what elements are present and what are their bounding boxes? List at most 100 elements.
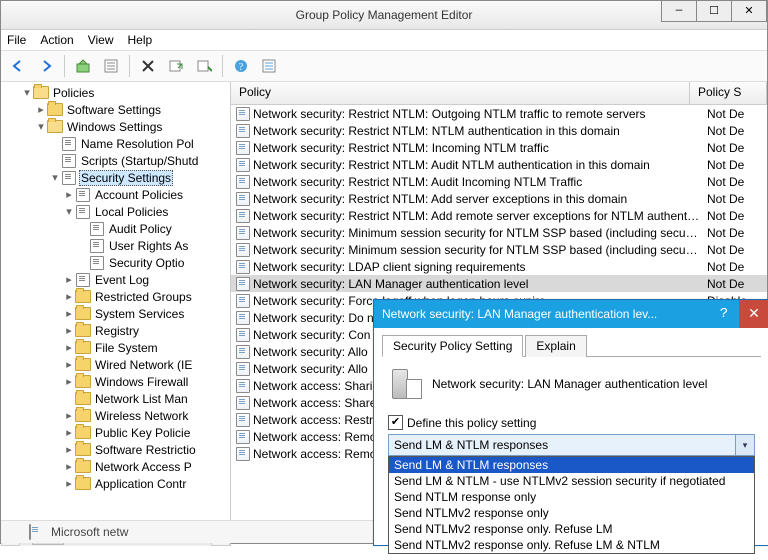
policy-item-icon: [235, 175, 251, 189]
menu-view[interactable]: View: [88, 33, 114, 47]
tree-item[interactable]: ▸Restricted Groups: [1, 288, 230, 305]
tree-item[interactable]: Name Resolution Pol: [1, 135, 230, 152]
policy-row[interactable]: Network security: Restrict NTLM: Audit N…: [231, 156, 767, 173]
tree-item[interactable]: ▸Application Contr: [1, 475, 230, 492]
expand-icon[interactable]: ▸: [63, 409, 75, 422]
tree-item[interactable]: ▸Wired Network (IE: [1, 356, 230, 373]
expand-icon[interactable]: ▾: [49, 171, 61, 184]
help-button[interactable]: ?: [228, 53, 254, 79]
dropdown-option[interactable]: Send NTLMv2 response only. Refuse LM & N…: [389, 537, 754, 553]
refresh-button[interactable]: [256, 53, 282, 79]
forward-button[interactable]: [33, 53, 59, 79]
close-button[interactable]: ✕: [731, 1, 767, 22]
dropdown-option[interactable]: Send NTLM response only: [389, 489, 754, 505]
define-policy-checkbox[interactable]: ✔: [388, 415, 403, 430]
tab-security-policy-setting[interactable]: Security Policy Setting: [382, 335, 523, 357]
auth-level-dropdown[interactable]: Send LM & NTLM responsesSend LM & NTLM -…: [388, 456, 755, 554]
folder-icon: [75, 375, 91, 389]
tree-item[interactable]: ▸Registry: [1, 322, 230, 339]
dropdown-option[interactable]: Send LM & NTLM responses: [389, 457, 754, 473]
policy-value: Not De: [701, 107, 767, 121]
expand-icon[interactable]: ▸: [63, 358, 75, 371]
dropdown-option[interactable]: Send LM & NTLM - use NTLMv2 session secu…: [389, 473, 754, 489]
dialog-help-button[interactable]: ?: [709, 300, 739, 328]
policy-row[interactable]: Network security: Restrict NTLM: Outgoin…: [231, 105, 767, 122]
expand-icon[interactable]: ▸: [63, 477, 75, 490]
expand-icon[interactable]: ▸: [63, 443, 75, 456]
policy-row[interactable]: Network security: LDAP client signing re…: [231, 258, 767, 275]
policy-value: Not De: [701, 192, 767, 206]
minimize-button[interactable]: —: [661, 1, 697, 22]
tree-item[interactable]: Audit Policy: [1, 220, 230, 237]
expand-icon[interactable]: ▸: [63, 324, 75, 337]
policy-item-icon: [235, 294, 251, 308]
policy-row[interactable]: Network security: Restrict NTLM: Add ser…: [231, 190, 767, 207]
menu-file[interactable]: File: [7, 33, 26, 47]
filter-button[interactable]: [191, 53, 217, 79]
policy-row[interactable]: Network security: Restrict NTLM: Incomin…: [231, 139, 767, 156]
chevron-down-icon[interactable]: ▾: [735, 435, 754, 455]
policy-row[interactable]: Network security: Minimum session securi…: [231, 241, 767, 258]
expand-icon[interactable]: ▾: [63, 205, 75, 218]
tree-item[interactable]: ▸Event Log: [1, 271, 230, 288]
tree-item[interactable]: Security Optio: [1, 254, 230, 271]
tree-item[interactable]: ▸Public Key Policie: [1, 424, 230, 441]
expand-icon[interactable]: ▸: [63, 341, 75, 354]
tree-item-label: File System: [93, 341, 160, 355]
policy-item-icon: [235, 447, 251, 461]
properties-button[interactable]: [98, 53, 124, 79]
menu-action[interactable]: Action: [40, 33, 73, 47]
auth-level-combo[interactable]: Send LM & NTLM responses ▾: [388, 434, 755, 456]
dropdown-option[interactable]: Send NTLMv2 response only: [389, 505, 754, 521]
maximize-button[interactable]: ☐: [696, 1, 732, 22]
export-button[interactable]: [163, 53, 189, 79]
policy-name: Network security: Minimum session securi…: [253, 226, 701, 240]
define-policy-label: Define this policy setting: [407, 416, 536, 430]
tree-item[interactable]: Network List Man: [1, 390, 230, 407]
tree-item[interactable]: ▸Wireless Network: [1, 407, 230, 424]
expand-icon[interactable]: ▾: [35, 120, 47, 133]
col-policy[interactable]: Policy: [231, 82, 690, 104]
policy-name-label: Network security: LAN Manager authentica…: [432, 377, 707, 391]
expand-icon[interactable]: ▸: [63, 375, 75, 388]
back-button[interactable]: [5, 53, 31, 79]
dropdown-option[interactable]: Send NTLMv2 response only. Refuse LM: [389, 521, 754, 537]
policy-row[interactable]: Network security: Restrict NTLM: Audit I…: [231, 173, 767, 190]
tree-item[interactable]: ▸Software Restrictio: [1, 441, 230, 458]
nav-tree[interactable]: ▾Policies▸Software Settings▾Windows Sett…: [1, 82, 231, 546]
tree-item[interactable]: ▾Windows Settings: [1, 118, 230, 135]
expand-icon[interactable]: ▸: [63, 460, 75, 473]
policy-leaf-icon: [89, 256, 105, 270]
policy-value: Not De: [701, 260, 767, 274]
expand-icon[interactable]: ▸: [63, 426, 75, 439]
policy-item-icon: [235, 328, 251, 342]
tree-item[interactable]: Scripts (Startup/Shutd: [1, 152, 230, 169]
tree-item[interactable]: ▸System Services: [1, 305, 230, 322]
menu-help[interactable]: Help: [128, 33, 153, 47]
tree-item[interactable]: ▸Software Settings: [1, 101, 230, 118]
policy-row[interactable]: Network security: Minimum session securi…: [231, 224, 767, 241]
tree-item[interactable]: ▸Windows Firewall: [1, 373, 230, 390]
tree-item[interactable]: ▸ File System: [1, 339, 230, 356]
policy-row[interactable]: Network security: LAN Manager authentica…: [231, 275, 767, 292]
tree-item[interactable]: User Rights As: [1, 237, 230, 254]
dialog-close-button[interactable]: ✕: [739, 300, 768, 328]
policy-row[interactable]: Network security: Restrict NTLM: NTLM au…: [231, 122, 767, 139]
col-policy-setting[interactable]: Policy S: [690, 82, 767, 104]
tree-item[interactable]: ▾Security Settings: [1, 169, 230, 186]
delete-button[interactable]: [135, 53, 161, 79]
expand-icon[interactable]: ▸: [63, 273, 75, 286]
tree-item[interactable]: ▸Account Policies: [1, 186, 230, 203]
expand-icon[interactable]: ▸: [63, 188, 75, 201]
tree-item[interactable]: ▸Network Access P: [1, 458, 230, 475]
expand-icon[interactable]: ▸: [35, 103, 47, 116]
tab-explain[interactable]: Explain: [525, 335, 586, 357]
expand-icon[interactable]: ▾: [21, 86, 33, 99]
dialog-titlebar[interactable]: Network security: LAN Manager authentica…: [374, 300, 768, 328]
expand-icon[interactable]: ▸: [63, 290, 75, 303]
tree-item[interactable]: ▾Policies: [1, 84, 230, 101]
tree-item[interactable]: ▾Local Policies: [1, 203, 230, 220]
policy-row[interactable]: Network security: Restrict NTLM: Add rem…: [231, 207, 767, 224]
expand-icon[interactable]: ▸: [63, 307, 75, 320]
up-button[interactable]: [70, 53, 96, 79]
